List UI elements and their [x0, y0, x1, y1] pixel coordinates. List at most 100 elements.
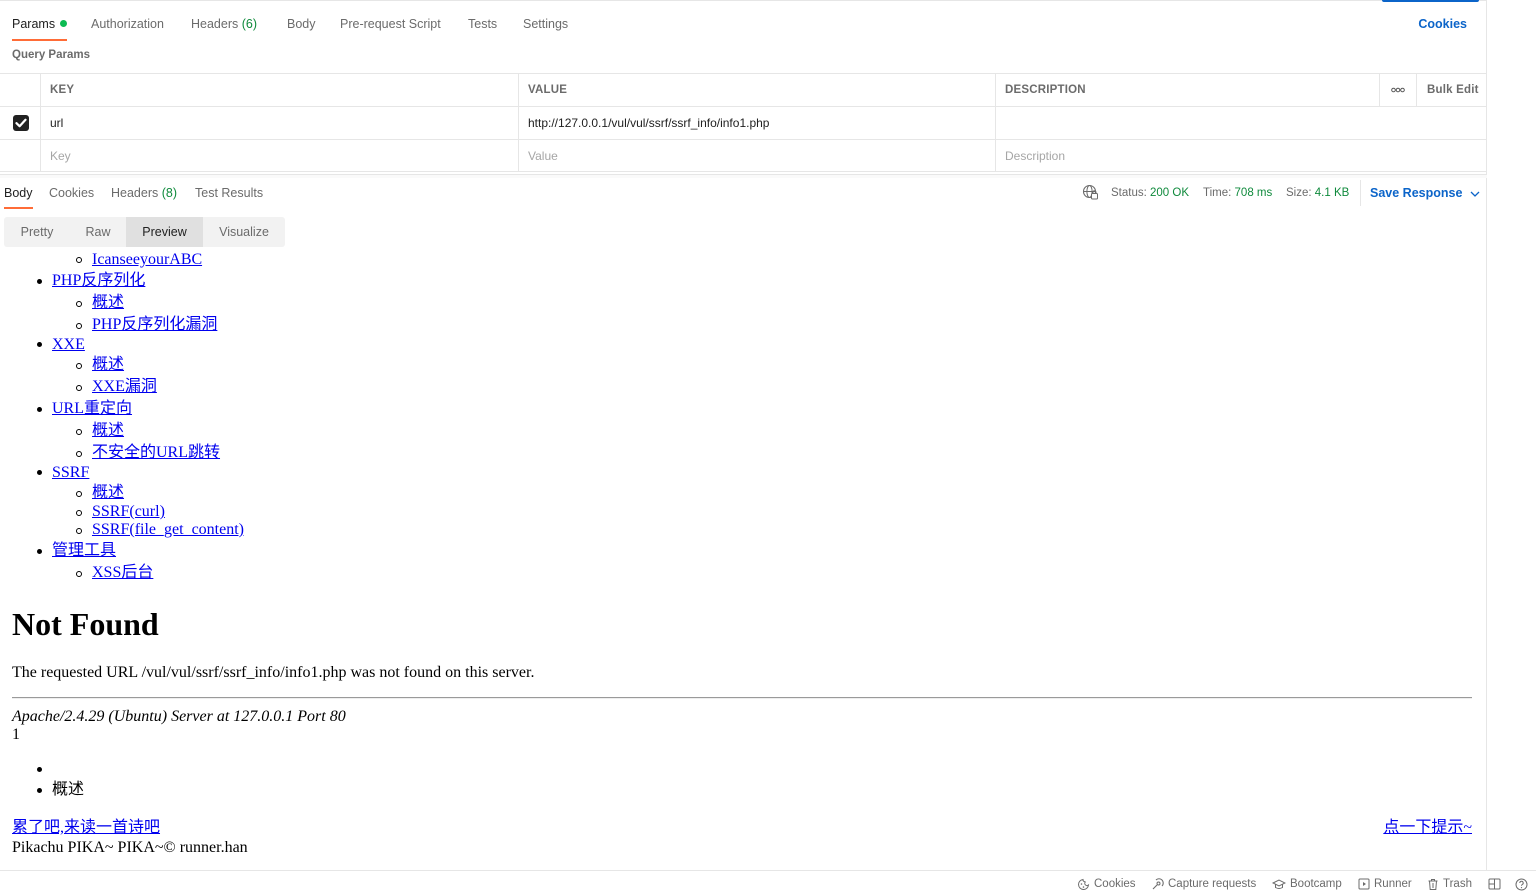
new-value-input[interactable]: Value	[518, 140, 996, 171]
more-dots-icon[interactable]	[1379, 74, 1416, 106]
check-icon	[12, 115, 29, 131]
tab-tests[interactable]: Tests	[468, 8, 497, 40]
tab-authorization[interactable]: Authorization	[91, 8, 164, 40]
tab-headers[interactable]: Headers (6)	[191, 8, 257, 40]
column-header-key: KEY	[40, 74, 519, 106]
save-response-button[interactable]: Save Response	[1360, 180, 1480, 206]
response-size[interactable]: Size: 4.1 KB	[1286, 180, 1349, 206]
tab-params-label: Params	[12, 17, 56, 31]
nav-section-link[interactable]: URL重定向	[52, 399, 132, 418]
tab-prerequest-script[interactable]: Pre-request Script	[340, 8, 441, 40]
list-bullet	[37, 470, 42, 475]
statusbar-bootcamp-label: Bootcamp	[1290, 877, 1342, 890]
tab-body[interactable]: Body	[287, 8, 316, 40]
response-status[interactable]: Status: 200 OK	[1111, 180, 1189, 206]
response-tab-body[interactable]: Body	[4, 180, 33, 209]
list-bullet	[37, 767, 42, 772]
statusbar-trash[interactable]: Trash	[1427, 871, 1472, 896]
nav-link[interactable]: PHP反序列化漏洞	[92, 315, 217, 334]
list-bullet	[37, 407, 42, 412]
response-tab-cookies[interactable]: Cookies	[49, 180, 94, 208]
globe-icon[interactable]	[1082, 184, 1099, 202]
param-description-input[interactable]	[995, 107, 1487, 139]
list-bullet	[37, 342, 42, 347]
nav-section-link[interactable]: XXE	[52, 335, 85, 354]
response-splitter[interactable]	[0, 174, 1487, 178]
response-tab-test-results[interactable]: Test Results	[195, 180, 263, 208]
new-description-input[interactable]: Description	[995, 140, 1487, 171]
new-row-check-cell	[0, 140, 41, 171]
statusbar-bootcamp[interactable]: Bootcamp	[1272, 871, 1342, 896]
number-text: 1	[12, 726, 20, 743]
list-bullet	[76, 528, 82, 534]
column-header-value: VALUE	[518, 74, 996, 106]
size-label: Size:	[1286, 187, 1312, 199]
two-pane-icon[interactable]	[1488, 871, 1501, 896]
column-header-description: DESCRIPTION	[995, 74, 1379, 106]
list-bullet	[76, 301, 82, 307]
statusbar-cookies-label: Cookies	[1094, 877, 1136, 890]
nav-link[interactable]: XXE漏洞	[92, 377, 157, 396]
list-bullet	[76, 429, 82, 435]
tab-headers-label: Headers	[191, 17, 239, 31]
horizontal-rule	[12, 697, 1472, 699]
response-time[interactable]: Time: 708 ms	[1203, 180, 1272, 206]
tab-params[interactable]: Params	[12, 8, 68, 41]
headers-count: (6)	[241, 17, 258, 31]
view-tab-visualize[interactable]: Visualize	[203, 217, 285, 247]
nav-link[interactable]: XSS后台	[92, 563, 153, 582]
nav-section-link[interactable]: SSRF	[52, 463, 89, 482]
request-tabs: Params Authorization Headers (6) Body Pr…	[0, 8, 1487, 41]
not-found-heading: Not Found	[12, 606, 159, 642]
nav-link[interactable]: 不安全的URL跳转	[92, 443, 220, 462]
view-tab-pretty[interactable]: Pretty	[4, 217, 70, 247]
params-table: KEY VALUE DESCRIPTION Bulk Edit url http…	[0, 73, 1487, 172]
nav-link[interactable]: 概述	[92, 421, 124, 440]
list-bullet	[76, 363, 82, 369]
param-key-input[interactable]: url	[40, 107, 519, 139]
poem-link[interactable]: 累了吧,来读一首诗吧	[12, 818, 160, 837]
list-bullet	[76, 385, 82, 391]
help-icon[interactable]	[1515, 871, 1528, 896]
nav-link[interactable]: IcanseeyourABC	[92, 253, 202, 269]
view-tab-raw[interactable]: Raw	[70, 217, 126, 247]
nav-section-link[interactable]: 管理工具	[52, 541, 116, 560]
list-bullet	[76, 451, 82, 457]
bulk-edit-button[interactable]: Bulk Edit	[1416, 74, 1487, 106]
response-view-tabs: Pretty Raw Preview Visualize	[4, 217, 285, 247]
status-bar: Cookies Capture requests Bootcamp Runner…	[0, 870, 1536, 896]
response-tab-headers-label: Headers	[111, 186, 159, 200]
cookies-link[interactable]: Cookies	[1418, 8, 1467, 40]
hint-link[interactable]: 点一下提示~	[1383, 818, 1472, 837]
main-pane: Params Authorization Headers (6) Body Pr…	[0, 0, 1487, 870]
list-bullet	[37, 279, 42, 284]
params-header-row: KEY VALUE DESCRIPTION Bulk Edit	[0, 74, 1487, 107]
view-tab-preview[interactable]: Preview	[126, 217, 203, 247]
time-label: Time:	[1203, 187, 1232, 199]
statusbar-capture-requests[interactable]: Capture requests	[1151, 871, 1256, 896]
statusbar-runner[interactable]: Runner	[1358, 871, 1412, 896]
nav-link[interactable]: SSRF(file_get_content)	[92, 520, 244, 539]
status-label: Status:	[1111, 187, 1147, 199]
new-key-input[interactable]: Key	[40, 140, 519, 171]
response-headers-count: (8)	[161, 186, 178, 200]
chevron-down-icon	[1470, 191, 1480, 197]
top-border	[0, 0, 1487, 1]
nav-section-link[interactable]: PHP反序列化	[52, 271, 145, 290]
statusbar-cookies[interactable]: Cookies	[1077, 871, 1136, 896]
tab-settings[interactable]: Settings	[523, 8, 568, 40]
save-response-label: Save Response	[1370, 186, 1463, 200]
list-bullet	[37, 788, 42, 793]
param-row: url http://127.0.0.1/vul/vul/ssrf/ssrf_i…	[0, 107, 1487, 140]
server-signature: Apache/2.4.29 (Ubuntu) Server at 127.0.0…	[12, 708, 346, 725]
param-value-input[interactable]: http://127.0.0.1/vul/vul/ssrf/ssrf_info/…	[518, 107, 996, 139]
list-bullet	[76, 323, 82, 329]
send-button-edge[interactable]	[1382, 0, 1479, 2]
nav-link[interactable]: 概述	[92, 293, 124, 312]
nav-link[interactable]: SSRF(curl)	[92, 502, 165, 521]
nav-link[interactable]: 概述	[92, 483, 124, 502]
nav-link[interactable]: 概述	[92, 355, 124, 374]
query-params-label: Query Params	[12, 49, 90, 61]
param-enabled-checkbox[interactable]	[0, 107, 41, 139]
response-tab-headers[interactable]: Headers (8)	[111, 180, 177, 208]
